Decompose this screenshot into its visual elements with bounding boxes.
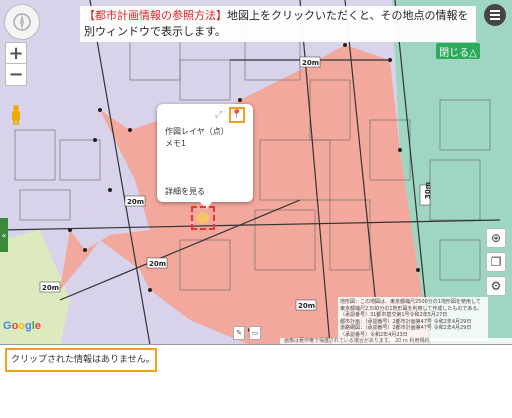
bottom-map-tools: ✎ ▭	[233, 326, 261, 340]
compass-icon[interactable]	[4, 4, 40, 40]
road-width-label-2: 20m	[127, 198, 144, 206]
clip-message: クリップされた情報はありません。	[5, 348, 157, 372]
google-logo: Google	[3, 320, 41, 332]
banner-title: 【都市計画情報の参照方法】	[84, 9, 227, 22]
pin-icon[interactable]: 📍	[229, 107, 245, 123]
expand-icon[interactable]: ⤢	[215, 110, 222, 120]
layers-icon[interactable]: ❐	[486, 252, 506, 272]
app-screen: 20m 20m 20m 20m 20m 20m 30m 【都市計画情報の参照方法…	[0, 0, 512, 418]
locate-icon[interactable]: ⊕	[486, 228, 506, 248]
expand-left-tab[interactable]: «	[0, 218, 8, 252]
road-width-label-1: 20m	[302, 59, 319, 67]
road-width-label-3: 20m	[42, 284, 59, 292]
measure-icon[interactable]: ✎	[233, 326, 245, 340]
clip-panel: クリップされた情報はありません。	[0, 345, 512, 418]
attribution-line: 道路網図：（承認番号）2都市計画第47号 令和2年4月29日	[340, 325, 472, 331]
map-view[interactable]: 20m 20m 20m 20m 20m 20m 30m 【都市計画情報の参照方法…	[0, 0, 512, 345]
road-width-label-5: 20m	[298, 302, 315, 310]
settings-icon[interactable]: ⚙	[486, 276, 506, 296]
info-banner: 【都市計画情報の参照方法】地図上をクリックいただくと、その地点の情報を別ウィンド…	[80, 6, 476, 42]
pegman-icon[interactable]	[9, 104, 23, 126]
print-icon[interactable]: ▭	[249, 326, 261, 340]
map-footer: 画像は著作権で保護されている場合があります。 20 m 利用規約	[280, 338, 512, 344]
attribution-box: 地形図：この地図は、東京都縮尺2500分の1地形図を使用して 東京都縮尺2,50…	[338, 297, 488, 341]
popup-memo-label: メモ1	[165, 139, 187, 148]
menu-icon[interactable]	[484, 4, 506, 26]
popup-layer-label: 作図レイヤ（点）	[165, 127, 229, 136]
popup-details-link[interactable]: 詳細を見る	[165, 186, 205, 197]
road-width-label-4: 20m	[149, 260, 166, 268]
selected-location-marker[interactable]	[191, 206, 215, 230]
zoom-out-button[interactable]: −	[5, 64, 27, 86]
close-button[interactable]: 閉じる△	[436, 43, 480, 59]
zoom-in-button[interactable]: +	[5, 42, 27, 64]
feature-popup: ⤢ 📍 作図レイヤ（点） メモ1 詳細を見る	[157, 104, 253, 209]
road-width-label-7: 30m	[424, 182, 432, 199]
attribution-line: 地形図：この地図は、東京都縮尺2500分の1地形図を使用して	[340, 299, 481, 305]
